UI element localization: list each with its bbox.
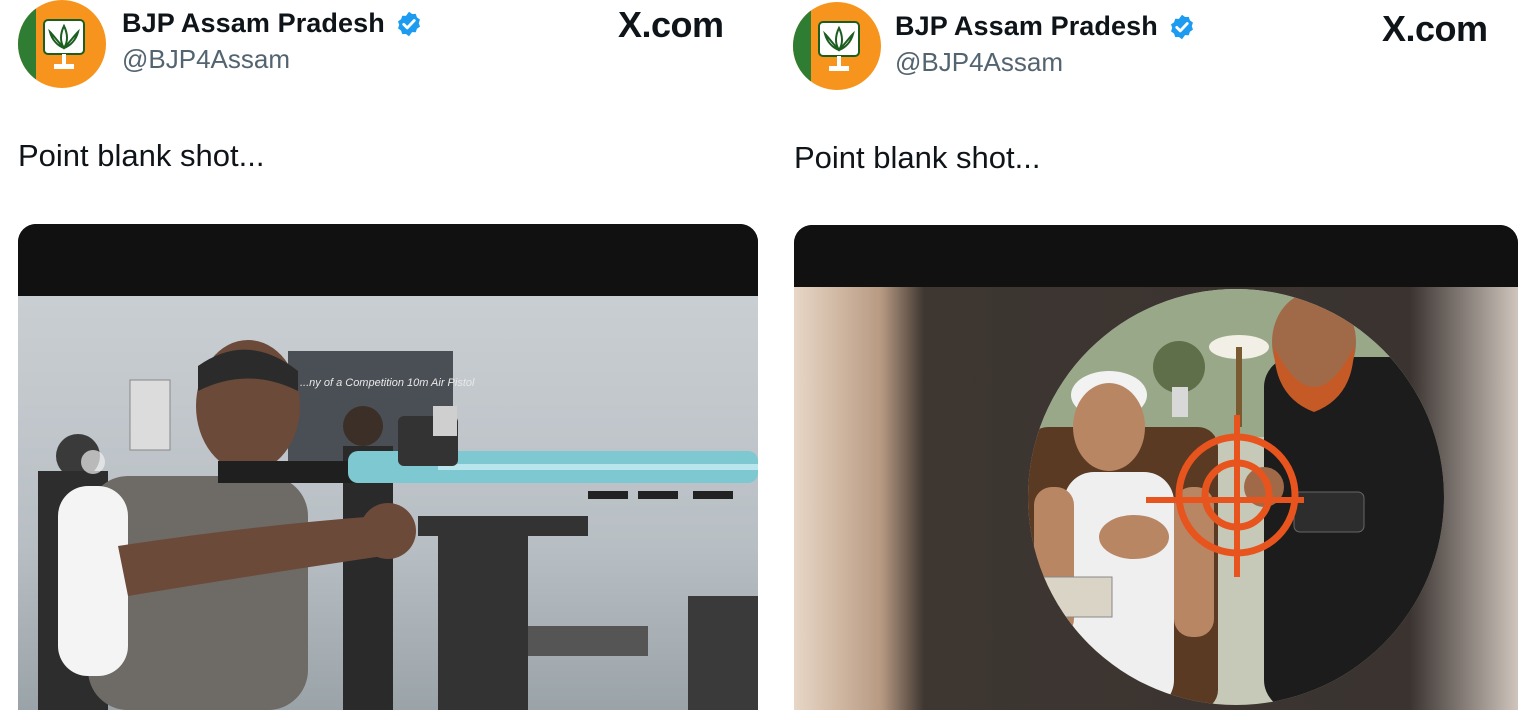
tweet-text: Point blank shot... (18, 138, 265, 173)
poster-caption: ...ny of a Competition 10m Air Pistol (300, 377, 475, 389)
lotus-logo-icon (818, 21, 860, 71)
account-handle[interactable]: @BJP4Assam (895, 47, 1063, 78)
media-image-rifle: ...ny of a Competition 10m Air Pistol (18, 296, 758, 710)
account-name[interactable]: BJP Assam Pradesh (895, 11, 1158, 42)
tweet-text: Point blank shot... (794, 140, 1041, 175)
media-image-crosshair (794, 287, 1518, 710)
verified-badge-icon (1170, 14, 1193, 39)
avatar-flag-strip (18, 0, 36, 88)
media-top-bar (18, 224, 758, 296)
lotus-logo-icon (43, 19, 85, 69)
tweet-card-right: BJP Assam Pradesh @BJP4Assam X.com Point… (775, 0, 1536, 710)
tweet-media[interactable] (794, 225, 1518, 710)
x-logo-icon: X.com (618, 4, 724, 46)
avatar-flag-strip (793, 2, 811, 90)
source-brand: X.com (1382, 8, 1488, 49)
source-brand: X.com (618, 4, 724, 45)
verified-badge-icon (397, 11, 420, 36)
tweet-card-left: BJP Assam Pradesh @BJP4Assam X.com Point… (0, 0, 768, 710)
avatar[interactable] (793, 2, 881, 90)
account-handle[interactable]: @BJP4Assam (122, 44, 290, 75)
media-top-bar (794, 225, 1518, 287)
x-logo-icon: X.com (1382, 8, 1488, 50)
avatar[interactable] (18, 0, 106, 88)
rifle-scene-illustration: ...ny of a Competition 10m Air Pistol (38, 340, 758, 710)
tweet-media[interactable]: ...ny of a Competition 10m Air Pistol (18, 224, 758, 710)
account-name[interactable]: BJP Assam Pradesh (122, 8, 385, 39)
crosshair-scene-illustration (1028, 289, 1444, 705)
